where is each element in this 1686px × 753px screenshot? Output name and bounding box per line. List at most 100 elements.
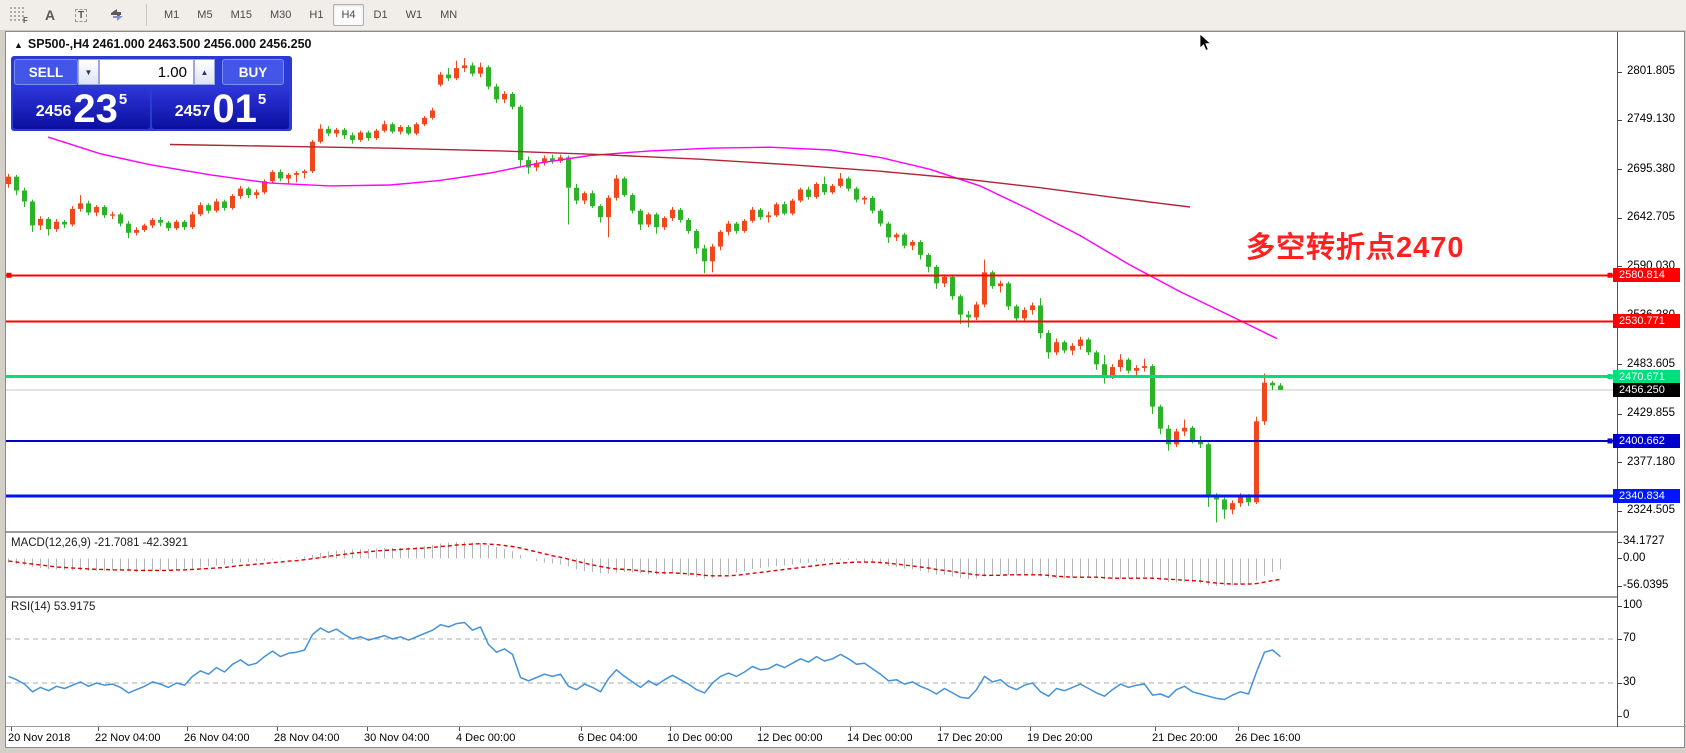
candle-body — [1206, 444, 1211, 496]
annotation-text[interactable]: 多空转折点2470 — [1246, 224, 1465, 266]
timeframe-toolbar: M1M5M15M30H1H4D1W1MN — [155, 4, 466, 26]
candle-body — [414, 124, 419, 133]
candle-body — [294, 173, 299, 175]
line-handle[interactable] — [1608, 374, 1613, 379]
candle-body — [1110, 367, 1115, 376]
candle-body — [14, 177, 19, 191]
rsi-plot[interactable] — [6, 598, 1617, 726]
candle-body — [790, 201, 795, 214]
candle-body — [30, 202, 35, 226]
candle-body — [334, 130, 339, 134]
candle-body — [814, 184, 819, 197]
candle-body — [862, 198, 867, 200]
line-handle[interactable] — [1608, 438, 1613, 443]
candle-body — [918, 242, 923, 255]
line-handle[interactable] — [1608, 273, 1613, 278]
candle-body — [358, 133, 363, 140]
line-handle[interactable] — [7, 273, 12, 278]
label-tool-icon[interactable]: T — [69, 4, 93, 26]
candle-body — [62, 222, 67, 225]
candle-body — [366, 133, 371, 139]
macd-plot[interactable] — [6, 533, 1617, 596]
candle-body — [950, 277, 955, 296]
candle-body — [350, 135, 355, 140]
text-tool-icon[interactable]: A — [38, 4, 62, 26]
candle-body — [798, 190, 803, 201]
candle-body — [46, 219, 51, 229]
timeframe-button-m5[interactable]: M5 — [189, 4, 220, 26]
candle-body — [678, 210, 683, 220]
candle-body — [662, 218, 667, 227]
candle-body — [206, 205, 211, 211]
candle-body — [142, 225, 147, 230]
candle-body — [286, 175, 291, 179]
candle-body — [670, 210, 675, 218]
candle-body — [870, 198, 875, 211]
label-tool-glyph: T — [75, 9, 87, 22]
candle-body — [822, 184, 827, 192]
candle-body — [854, 189, 859, 200]
candle-body — [422, 118, 427, 124]
candle-body — [462, 65, 467, 68]
candle-body — [54, 222, 59, 229]
candle-body — [966, 315, 971, 318]
candle-body — [1230, 503, 1235, 509]
candle-body — [1086, 339, 1091, 352]
candle-body — [710, 247, 715, 262]
main-chart-plot[interactable] — [6, 32, 1617, 531]
candle-body — [478, 67, 483, 73]
timeframe-button-h4[interactable]: H4 — [333, 4, 363, 26]
candle-body — [1070, 346, 1075, 351]
candle-body — [174, 222, 179, 228]
candle-body — [1062, 342, 1067, 350]
candle-body — [734, 224, 739, 231]
candle-body — [846, 179, 851, 189]
timeframe-button-mn[interactable]: MN — [432, 4, 465, 26]
candle-body — [1222, 500, 1227, 510]
candle-body — [702, 248, 707, 261]
candle-body — [1262, 383, 1267, 422]
candle-body — [110, 214, 115, 215]
candle-body — [806, 190, 811, 197]
candle-body — [238, 189, 243, 196]
candle-body — [718, 232, 723, 247]
timeframe-button-m30[interactable]: M30 — [262, 4, 299, 26]
candle-body — [958, 296, 963, 314]
candle-body — [1190, 428, 1195, 441]
candle-body — [878, 211, 883, 224]
candle-body — [150, 220, 155, 226]
rsi-line — [9, 623, 1281, 700]
candle-body — [750, 210, 755, 221]
fibonacci-tool-icon[interactable]: F — [7, 4, 31, 26]
candle-body — [1102, 364, 1107, 376]
candle-body — [70, 209, 75, 225]
candle-body — [390, 124, 395, 131]
candle-body — [590, 193, 595, 206]
candle-body — [1158, 407, 1163, 429]
candle-body — [134, 230, 139, 233]
candle-body — [646, 214, 651, 224]
candle-body — [1094, 352, 1099, 364]
candle-body — [742, 221, 747, 231]
candle-body — [342, 130, 347, 136]
candle-body — [278, 172, 283, 178]
shapes-tool-icon[interactable]: ▼ — [100, 4, 134, 26]
macd-label: MACD(12,26,9) -21.7081 -42.3921 — [11, 537, 188, 549]
timeframe-button-d1[interactable]: D1 — [366, 4, 396, 26]
rsi-divider[interactable] — [6, 596, 1617, 598]
candle-body — [470, 65, 475, 73]
candle-body — [894, 235, 899, 238]
candle-body — [926, 255, 931, 267]
candle-body — [654, 214, 659, 227]
timeframe-button-m15[interactable]: M15 — [223, 4, 260, 26]
timeframe-button-h1[interactable]: H1 — [301, 4, 331, 26]
candle-body — [1038, 305, 1043, 333]
macd-divider[interactable] — [6, 531, 1617, 533]
candle-body — [1118, 360, 1123, 367]
bottom-strip — [0, 749, 1686, 753]
svg-text:F: F — [23, 16, 28, 24]
timeframe-button-m1[interactable]: M1 — [156, 4, 187, 26]
candle-body — [1014, 306, 1019, 318]
timeframe-button-w1[interactable]: W1 — [398, 4, 431, 26]
candle-body — [318, 129, 323, 142]
